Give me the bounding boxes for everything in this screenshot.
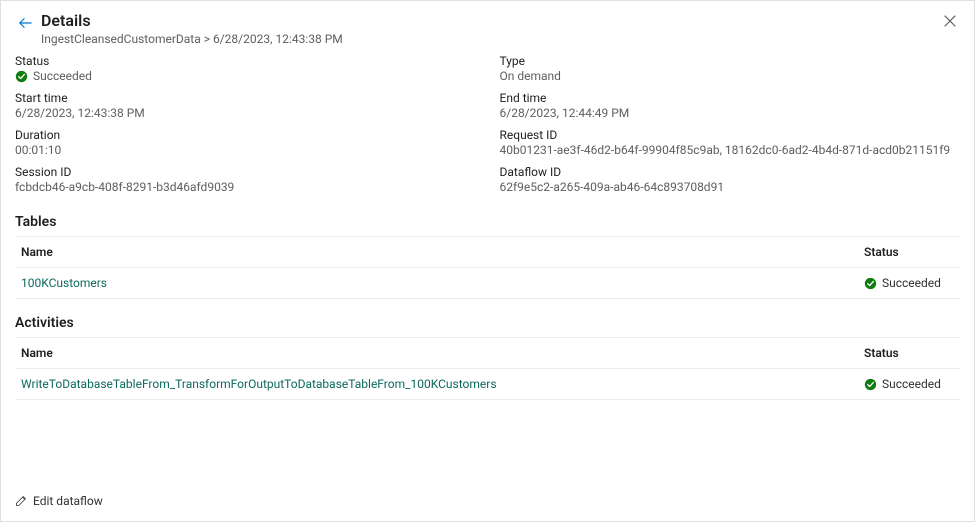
activity-row-status: Succeeded [882, 377, 941, 391]
metadata-grid: Status Succeeded Type On demand Start ti… [15, 50, 960, 208]
status-label: Status [15, 54, 476, 68]
back-button[interactable] [15, 13, 35, 33]
tables-table: Name Status 100KCustomers Succeeded [15, 236, 960, 299]
edit-dataflow-button[interactable]: Edit dataflow [15, 494, 103, 508]
title-area: Details IngestCleansedCustomerData > 6/2… [41, 11, 940, 46]
close-icon [944, 15, 956, 27]
page-title: Details [41, 11, 940, 30]
activities-name-header: Name [21, 346, 864, 360]
edit-dataflow-label: Edit dataflow [33, 494, 103, 508]
request-id-value: 40b01231-ae3f-46d2-b64f-99904f85c9ab, 18… [500, 143, 961, 157]
arrow-left-icon [18, 16, 32, 30]
details-content: Status Succeeded Type On demand Start ti… [1, 48, 974, 400]
table-row: 100KCustomers Succeeded [15, 268, 960, 299]
tables-header-row: Name Status [15, 237, 960, 268]
type-value: On demand [500, 69, 961, 83]
close-button[interactable] [940, 11, 960, 31]
tables-name-header: Name [21, 245, 864, 259]
type-field: Type On demand [500, 54, 961, 83]
tables-section-title: Tables [15, 214, 960, 230]
activities-header-row: Name Status [15, 338, 960, 369]
table-row-status: Succeeded [882, 276, 941, 290]
activities-table: Name Status WriteToDatabaseTableFrom_Tra… [15, 337, 960, 400]
dataflow-id-label: Dataflow ID [500, 165, 961, 179]
duration-label: Duration [15, 128, 476, 142]
type-label: Type [500, 54, 961, 68]
success-icon [864, 277, 877, 290]
status-value: Succeeded [33, 69, 92, 83]
duration-value: 00:01:10 [15, 143, 476, 157]
start-time-value: 6/28/2023, 12:43:38 PM [15, 106, 476, 120]
session-id-label: Session ID [15, 165, 476, 179]
activities-status-header: Status [864, 346, 954, 360]
status-field: Status Succeeded [15, 54, 476, 83]
activities-section-title: Activities [15, 315, 960, 331]
session-id-field: Session ID fcbdcb46-a9cb-408f-8291-b3d46… [15, 165, 476, 194]
table-name-link[interactable]: 100KCustomers [21, 276, 107, 290]
duration-field: Duration 00:01:10 [15, 128, 476, 157]
tables-status-header: Status [864, 245, 954, 259]
request-id-field: Request ID 40b01231-ae3f-46d2-b64f-99904… [500, 128, 961, 157]
dataflow-id-field: Dataflow ID 62f9e5c2-a265-409a-ab46-64c8… [500, 165, 961, 194]
request-id-label: Request ID [500, 128, 961, 142]
activity-name-link[interactable]: WriteToDatabaseTableFrom_TransformForOut… [21, 377, 497, 391]
dataflow-id-value: 62f9e5c2-a265-409a-ab46-64c893708d91 [500, 180, 961, 194]
start-time-field: Start time 6/28/2023, 12:43:38 PM [15, 91, 476, 120]
details-header: Details IngestCleansedCustomerData > 6/2… [1, 1, 974, 48]
end-time-value: 6/28/2023, 12:44:49 PM [500, 106, 961, 120]
end-time-field: End time 6/28/2023, 12:44:49 PM [500, 91, 961, 120]
start-time-label: Start time [15, 91, 476, 105]
success-icon [864, 378, 877, 391]
pencil-icon [15, 495, 27, 507]
breadcrumb: IngestCleansedCustomerData > 6/28/2023, … [41, 32, 940, 46]
end-time-label: End time [500, 91, 961, 105]
session-id-value: fcbdcb46-a9cb-408f-8291-b3d46afd9039 [15, 180, 476, 194]
success-icon [15, 70, 28, 83]
table-row: WriteToDatabaseTableFrom_TransformForOut… [15, 369, 960, 400]
footer: Edit dataflow [15, 494, 103, 511]
